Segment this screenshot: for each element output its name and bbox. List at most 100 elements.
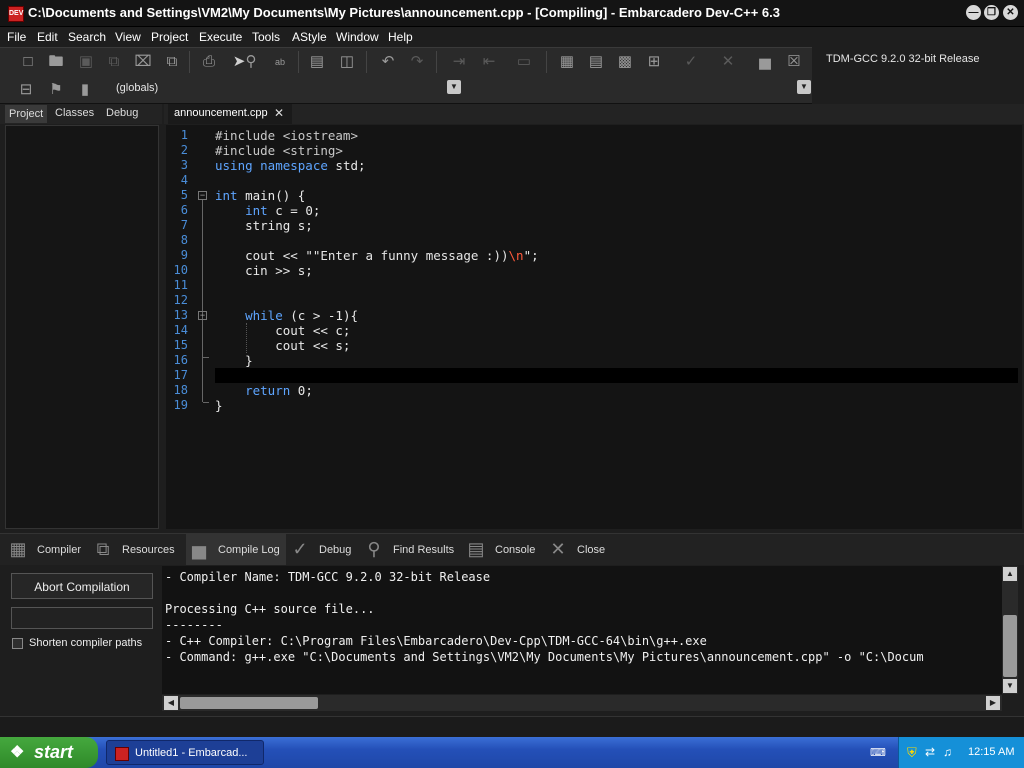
network-icon[interactable]: ⇄ xyxy=(925,745,935,759)
menu-window[interactable]: Window xyxy=(336,30,379,44)
tab-debug-output[interactable]: ✓ Debug xyxy=(287,534,351,565)
tab-resources[interactable]: ⧉ Resources xyxy=(90,534,175,565)
code-line[interactable]: int c = 0; xyxy=(215,203,320,218)
delete-profile-icon[interactable]: ☒ xyxy=(783,51,805,73)
menu-astyle[interactable]: AStyle xyxy=(292,30,327,44)
tab-compiler[interactable]: ▦ Compiler xyxy=(5,534,81,565)
log-vertical-scroll-thumb[interactable] xyxy=(1003,615,1017,677)
tab-compile-log[interactable]: ▅ Compile Log xyxy=(186,534,286,565)
close-window-button[interactable]: ✕ xyxy=(1003,5,1018,20)
tab-classes[interactable]: Classes xyxy=(51,107,98,119)
volume-icon[interactable]: ♫ xyxy=(943,745,952,759)
function-select[interactable]: ▼ xyxy=(466,79,812,97)
rebuild-icon[interactable]: ⊞ xyxy=(643,51,665,73)
tab-find-results[interactable]: ⚲ Find Results xyxy=(361,534,454,565)
tab-announcement-cpp[interactable]: announcement.cpp ✕ xyxy=(168,104,292,124)
open-icon[interactable]: 🖿 xyxy=(45,51,67,73)
menu-search[interactable]: Search xyxy=(68,30,106,44)
taskbar-devcpp-item[interactable]: Untitled1 - Embarcad... xyxy=(106,740,264,765)
code-line[interactable]: return 0; xyxy=(215,383,313,398)
restore-button[interactable]: ❐ xyxy=(984,5,999,20)
log-line: - C++ Compiler: C:\Program Files\Embarca… xyxy=(165,634,707,648)
save-icon[interactable]: ▣ xyxy=(75,51,97,73)
menu-view[interactable]: View xyxy=(115,30,141,44)
menu-edit[interactable]: Edit xyxy=(37,30,58,44)
bookmark-icon[interactable]: ⚑ xyxy=(45,79,67,101)
code-line[interactable]: cout << ""Enter a funny message :))\n"; xyxy=(215,248,539,263)
title-bar[interactable]: DEV C:\Documents and Settings\VM2\My Doc… xyxy=(0,0,1024,27)
menu-tools[interactable]: Tools xyxy=(252,30,280,44)
minimize-button[interactable]: — xyxy=(966,5,981,20)
abort-compilation-button[interactable]: Abort Compilation xyxy=(11,573,153,599)
keyboard-icon[interactable]: ⌨ xyxy=(870,746,886,759)
code-token: cout << c; xyxy=(215,323,351,338)
comment-icon[interactable]: ▭ xyxy=(513,51,535,73)
close-all-icon[interactable]: ⧉ xyxy=(161,51,183,73)
fold-main-icon[interactable]: − xyxy=(198,191,207,200)
scroll-up-icon[interactable]: ▲ xyxy=(1003,567,1017,581)
code-line[interactable]: int main() { xyxy=(215,188,305,203)
tab-project[interactable]: Project xyxy=(5,105,48,123)
close-tab-icon[interactable]: ✕ xyxy=(274,106,284,120)
menu-help[interactable]: Help xyxy=(388,30,413,44)
log-horizontal-scroll-thumb[interactable] xyxy=(180,697,318,709)
scroll-down-icon[interactable]: ▼ xyxy=(1003,679,1017,693)
log-line: -------- xyxy=(165,618,223,632)
bookmarks-list-icon[interactable]: ▮ xyxy=(74,79,96,101)
tab-close[interactable]: ✕ Close xyxy=(545,534,605,565)
scroll-right-icon[interactable]: ▶ xyxy=(986,696,1000,710)
class-browser-icon[interactable]: ⊟ xyxy=(15,79,37,101)
menu-file[interactable]: File xyxy=(7,30,26,44)
save-all-icon[interactable]: ⧉ xyxy=(103,51,125,73)
line-number: 6 xyxy=(180,203,188,217)
compile-log-output[interactable] xyxy=(162,566,1002,694)
start-button[interactable]: ❖ start xyxy=(0,737,98,768)
menu-execute[interactable]: Execute xyxy=(199,30,242,44)
compiler-select[interactable]: TDM-GCC 9.2.0 32-bit Release xyxy=(822,50,1022,68)
project-tree[interactable] xyxy=(5,125,159,529)
replace-icon[interactable]: ab xyxy=(269,51,291,73)
scroll-left-icon[interactable]: ◀ xyxy=(164,696,178,710)
compile-icon[interactable]: ▦ xyxy=(556,51,578,73)
tab-debug[interactable]: Debug xyxy=(102,107,142,119)
code-line[interactable]: string s; xyxy=(215,218,313,233)
redo-icon[interactable]: ↷ xyxy=(406,51,428,73)
code-line[interactable]: cout << s; xyxy=(215,338,350,353)
stop-icon[interactable]: ✕ xyxy=(717,51,739,73)
resources-icon: ⧉ xyxy=(96,539,110,559)
toggle-bookmark-icon[interactable]: ◫ xyxy=(336,51,358,73)
run-icon[interactable]: ▤ xyxy=(585,51,607,73)
shorten-paths-checkbox[interactable] xyxy=(12,638,23,649)
code-line[interactable]: #include <string> xyxy=(215,143,343,158)
new-file-icon[interactable]: □ xyxy=(17,51,39,73)
print-icon[interactable]: ⎙ xyxy=(198,51,220,73)
security-shield-icon[interactable]: ⛨ xyxy=(907,745,917,761)
chevron-down-icon[interactable]: ▼ xyxy=(797,80,811,94)
devcpp-app-icon[interactable]: DEV xyxy=(8,6,24,22)
compile-run-icon[interactable]: ▩ xyxy=(614,51,636,73)
taskbar-clock[interactable]: 12:15 AM xyxy=(968,746,1014,758)
syntax-check-icon[interactable]: ✓ xyxy=(680,51,702,73)
code-line[interactable]: using namespace std; xyxy=(215,158,366,173)
line-number: 16 xyxy=(173,353,188,367)
indent-icon[interactable]: ⇥ xyxy=(448,51,470,73)
escape-token: \n xyxy=(508,248,524,263)
menu-project[interactable]: Project xyxy=(151,30,188,44)
code-line[interactable]: #include <iostream> xyxy=(215,128,358,143)
code-line[interactable]: while (c > -1){ xyxy=(215,308,358,323)
code-line[interactable]: } xyxy=(215,398,223,413)
close-file-icon[interactable]: ⌧ xyxy=(132,51,154,73)
find-icon[interactable]: ⚲ xyxy=(240,51,262,73)
unindent-icon[interactable]: ⇤ xyxy=(478,51,500,73)
code-line[interactable]: cout << c; xyxy=(215,323,350,338)
undo-icon[interactable]: ↶ xyxy=(377,51,399,73)
fold-while-icon[interactable]: − xyxy=(198,311,207,320)
goto-line-icon[interactable]: ▤ xyxy=(306,51,328,73)
code-line[interactable]: } xyxy=(215,353,253,368)
tab-console[interactable]: ▤ Console xyxy=(463,534,535,565)
code-line[interactable]: cin >> s; xyxy=(215,263,313,278)
chevron-down-icon[interactable]: ▼ xyxy=(447,80,461,94)
scope-select[interactable]: (globals) ▼ xyxy=(112,79,462,97)
profile-icon[interactable]: ▅ xyxy=(754,51,776,73)
